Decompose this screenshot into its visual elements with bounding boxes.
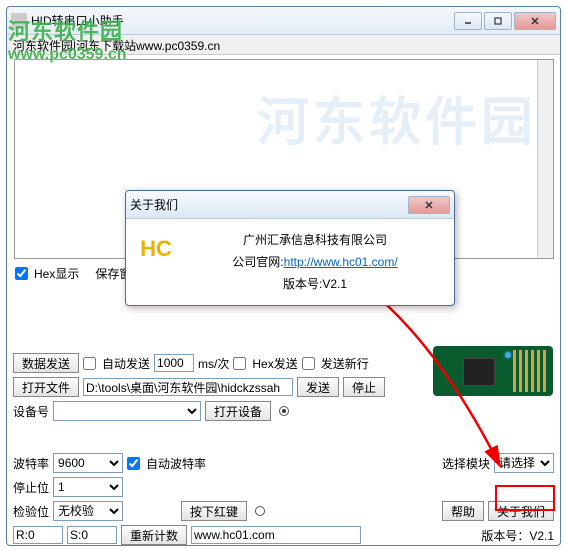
open-file-button[interactable]: 打开文件 xyxy=(13,377,79,397)
dialog-version: 版本号:V2.1 xyxy=(186,273,444,295)
url-input[interactable] xyxy=(191,526,361,544)
website-link[interactable]: http://www.hc01.com/ xyxy=(284,255,398,269)
dialog-close-button[interactable] xyxy=(408,196,450,214)
auto-baud-label: 自动波特率 xyxy=(146,455,206,472)
open-device-button[interactable]: 打开设备 xyxy=(205,401,271,421)
stop-button[interactable]: 停止 xyxy=(343,377,385,397)
minimize-button[interactable] xyxy=(454,12,482,30)
stopbit-select[interactable]: 1 xyxy=(53,477,123,497)
company-name: 广州汇承信息科技有限公司 xyxy=(186,229,444,251)
interval-unit-label: ms/次 xyxy=(198,355,229,372)
press-red-button[interactable]: 按下红键 xyxy=(181,501,247,521)
close-button[interactable] xyxy=(514,12,556,30)
hex-send-checkbox[interactable] xyxy=(233,357,246,370)
version-label: 版本号：V2.1 xyxy=(481,527,554,544)
app-icon xyxy=(11,13,27,29)
check-label: 检验位 xyxy=(13,503,49,520)
window-title: HID转串口小助手 xyxy=(31,12,124,29)
send-newline-checkbox[interactable] xyxy=(302,357,315,370)
red-indicator xyxy=(255,506,265,516)
device-indicator xyxy=(279,406,289,416)
r-count[interactable] xyxy=(13,526,63,544)
file-path-input[interactable] xyxy=(83,378,293,396)
dialog-title: 关于我们 xyxy=(130,196,178,213)
hex-send-label: Hex发送 xyxy=(252,355,297,372)
reset-count-button[interactable]: 重新计数 xyxy=(121,525,187,545)
dialog-titlebar: 关于我们 xyxy=(126,191,454,219)
highlight-box xyxy=(495,485,555,511)
website-label: 公司官网: xyxy=(232,255,283,269)
select-module-label: 选择模块 xyxy=(442,455,490,472)
data-send-button[interactable]: 数据发送 xyxy=(13,353,79,373)
pcb-image xyxy=(433,346,553,396)
device-no-select[interactable] xyxy=(53,401,201,421)
check-select[interactable]: 无校验 xyxy=(53,501,123,521)
baud-label: 波特率 xyxy=(13,455,49,472)
send-button[interactable]: 发送 xyxy=(297,377,339,397)
about-dialog: 关于我们 HC 广州汇承信息科技有限公司 公司官网:http://www.hc0… xyxy=(125,190,455,306)
send-newline-label: 发送新行 xyxy=(321,355,369,372)
scrollbar-vertical[interactable] xyxy=(537,60,553,258)
toolbar-text: 河东软件园|河东下载站www.pc0359.cn xyxy=(13,39,220,53)
auto-baud-checkbox[interactable] xyxy=(127,457,140,470)
company-logo: HC xyxy=(136,229,176,269)
stopbit-label: 停止位 xyxy=(13,479,49,496)
device-no-label: 设备号 xyxy=(13,403,49,420)
auto-send-label: 自动发送 xyxy=(102,355,150,372)
hex-display-checkbox[interactable] xyxy=(15,267,28,280)
s-count[interactable] xyxy=(67,526,117,544)
hex-display-label: Hex显示 xyxy=(34,265,79,282)
auto-send-checkbox[interactable] xyxy=(83,357,96,370)
toolbar: 河东软件园|河东下载站www.pc0359.cn xyxy=(7,35,560,55)
interval-input[interactable] xyxy=(154,354,194,372)
main-titlebar: HID转串口小助手 xyxy=(7,7,560,35)
maximize-button[interactable] xyxy=(484,12,512,30)
baud-select[interactable]: 9600 xyxy=(53,453,123,473)
module-select[interactable]: 请选择 xyxy=(494,453,554,473)
help-button[interactable]: 帮助 xyxy=(442,501,484,521)
